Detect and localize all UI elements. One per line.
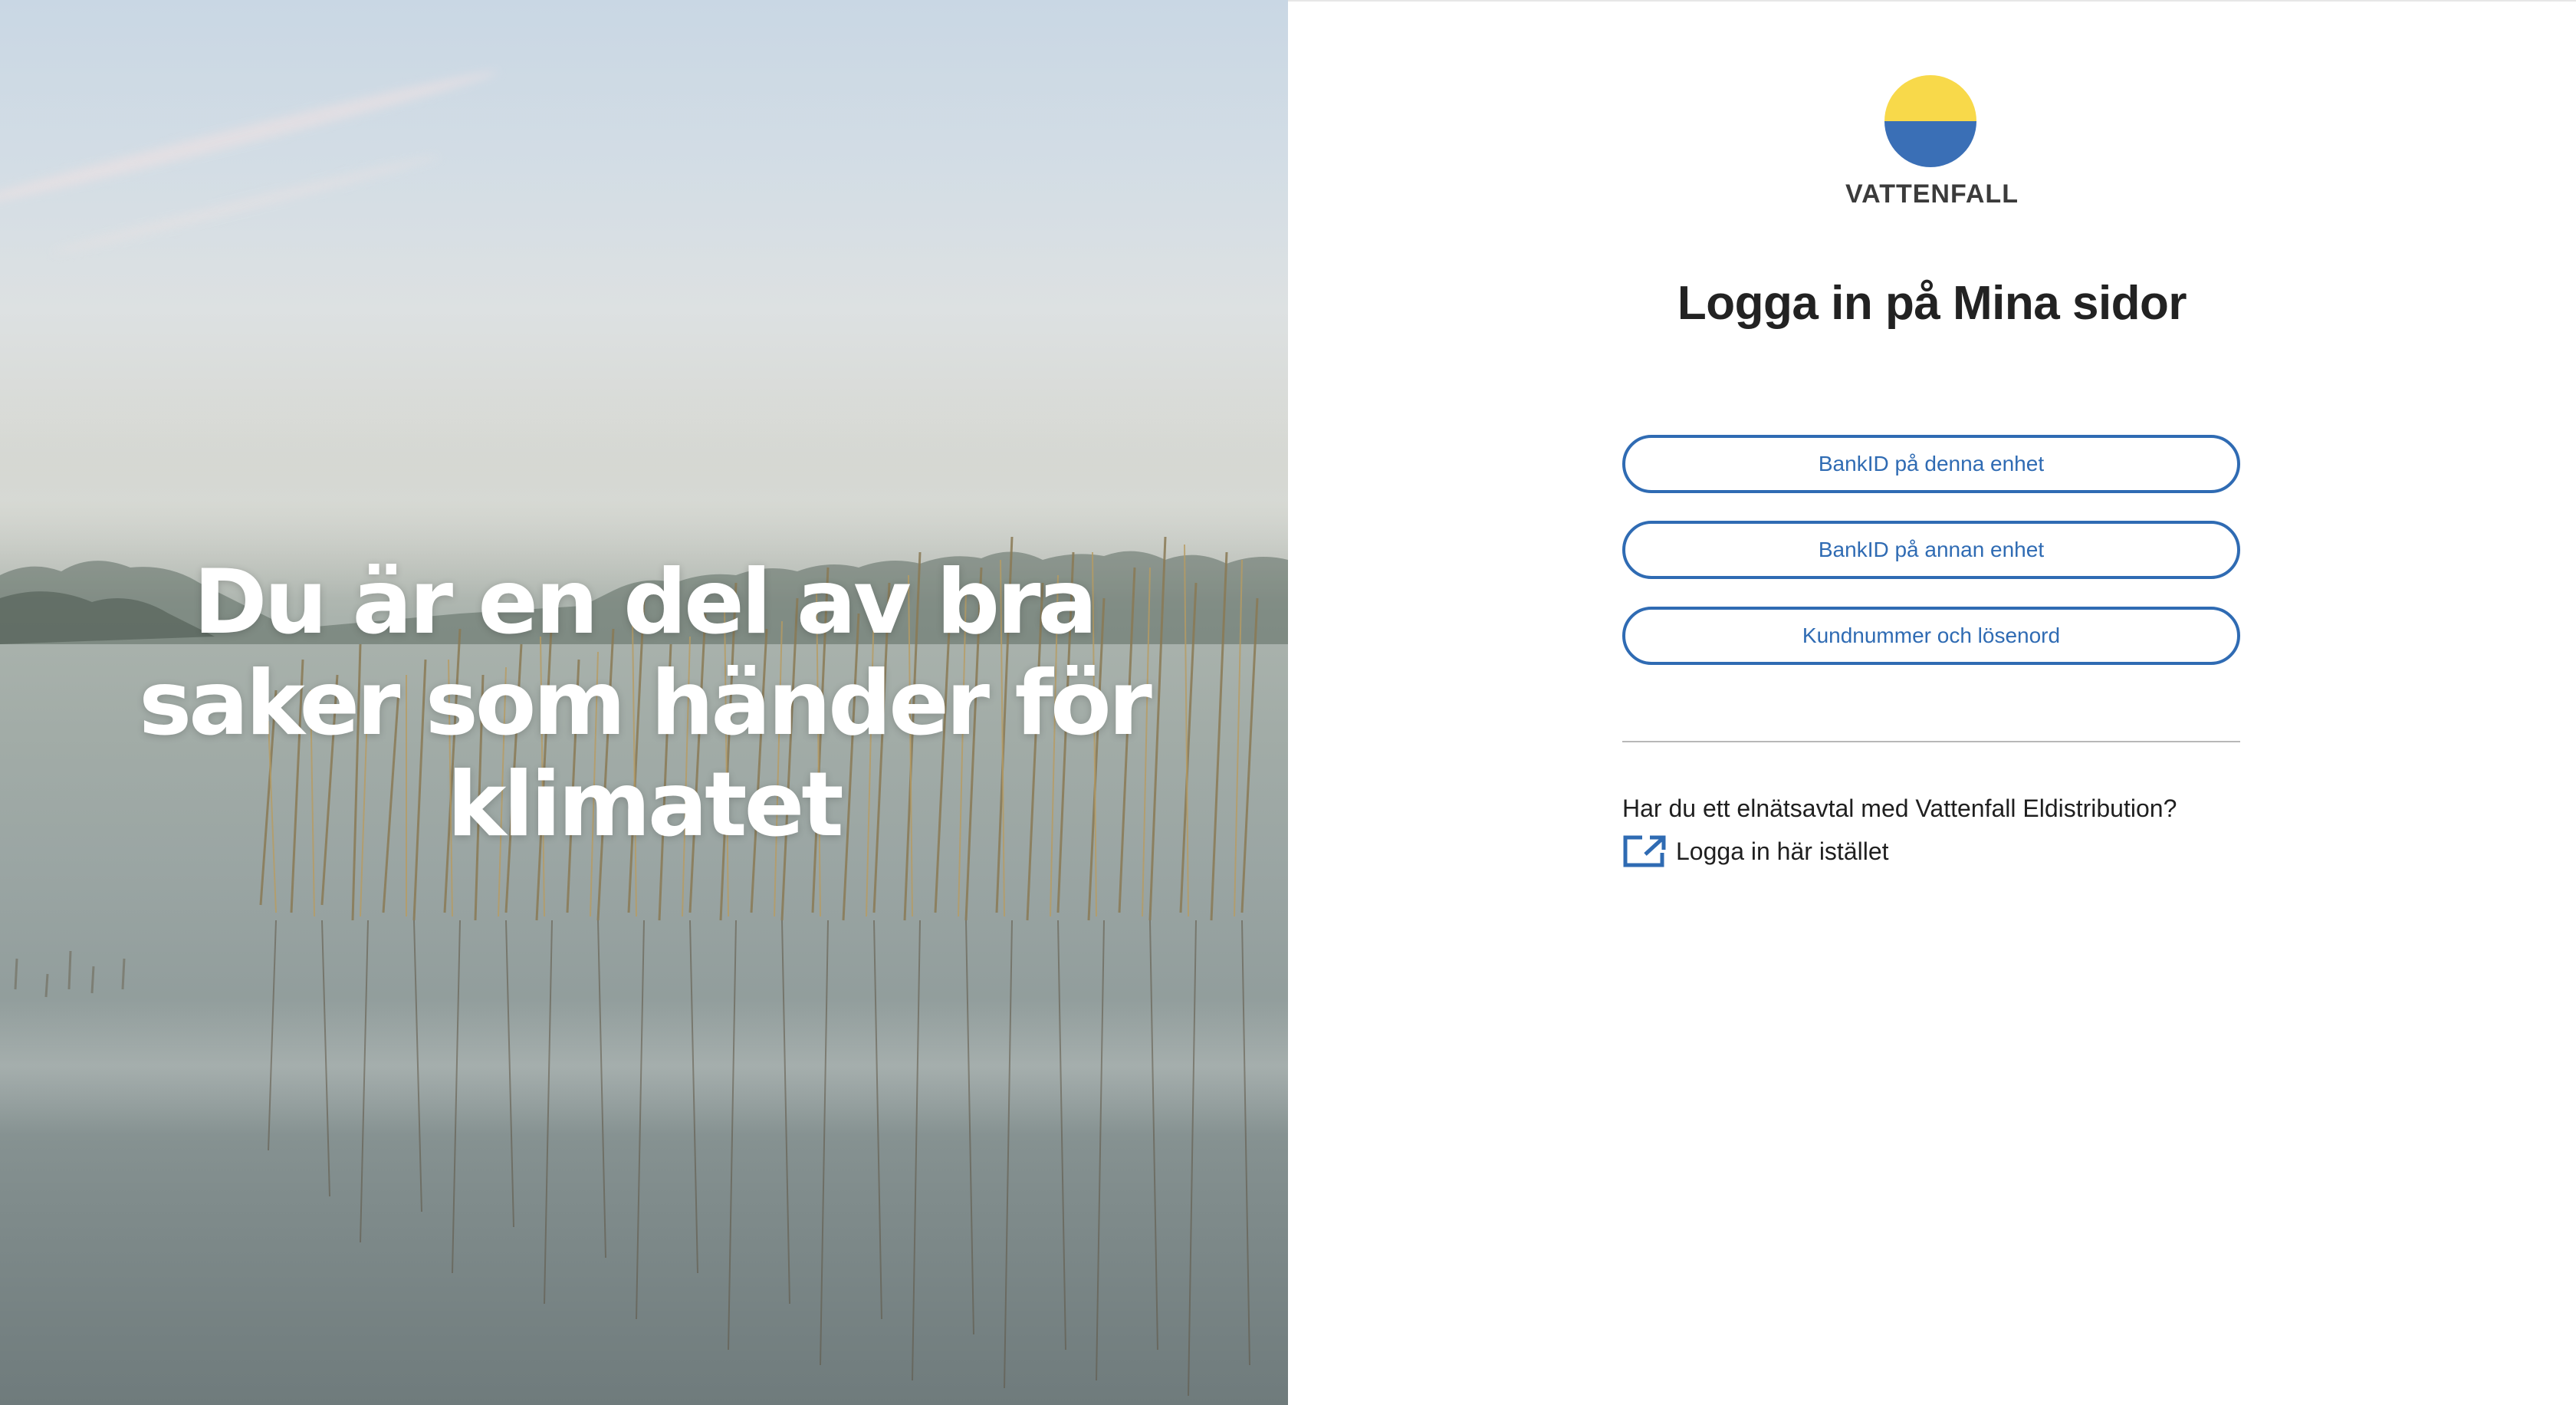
bankid-other-device-button[interactable]: BankID på annan enhet [1622,521,2240,579]
hero-headline-line: saker som händer för [139,652,1152,755]
hero-image: Du är en del av bra saker som händer för… [0,0,1288,1405]
external-link-icon [1623,835,1666,867]
customer-number-password-button[interactable]: Kundnummer och lösenord [1622,607,2240,665]
grid-agreement-question: Har du ett elnätsavtal med Vattenfall El… [1622,795,2177,822]
logo-sun-half [1884,75,1976,121]
hero-headline-line: klimatet [447,753,843,857]
brand-name: VATTENFALL [1845,179,2019,209]
logo-water-half [1884,121,1976,167]
grid-login-link[interactable]: Logga in här istället [1622,834,1889,868]
divider [1622,741,2240,742]
hero-headline: Du är en del av bra saker som händer för… [0,552,1288,856]
grid-login-link-label: Logga in här istället [1676,837,1889,865]
hero-headline-line: Du är en del av bra [193,551,1097,654]
page-title: Logga in på Mina sidor [1677,277,2187,330]
bankid-this-device-button[interactable]: BankID på denna enhet [1622,435,2240,493]
login-panel: VATTENFALL Logga in på Mina sidor BankID… [1288,0,2576,1405]
vattenfall-logo-icon [1884,75,1976,167]
login-page: Du är en del av bra saker som händer för… [0,0,2576,1405]
